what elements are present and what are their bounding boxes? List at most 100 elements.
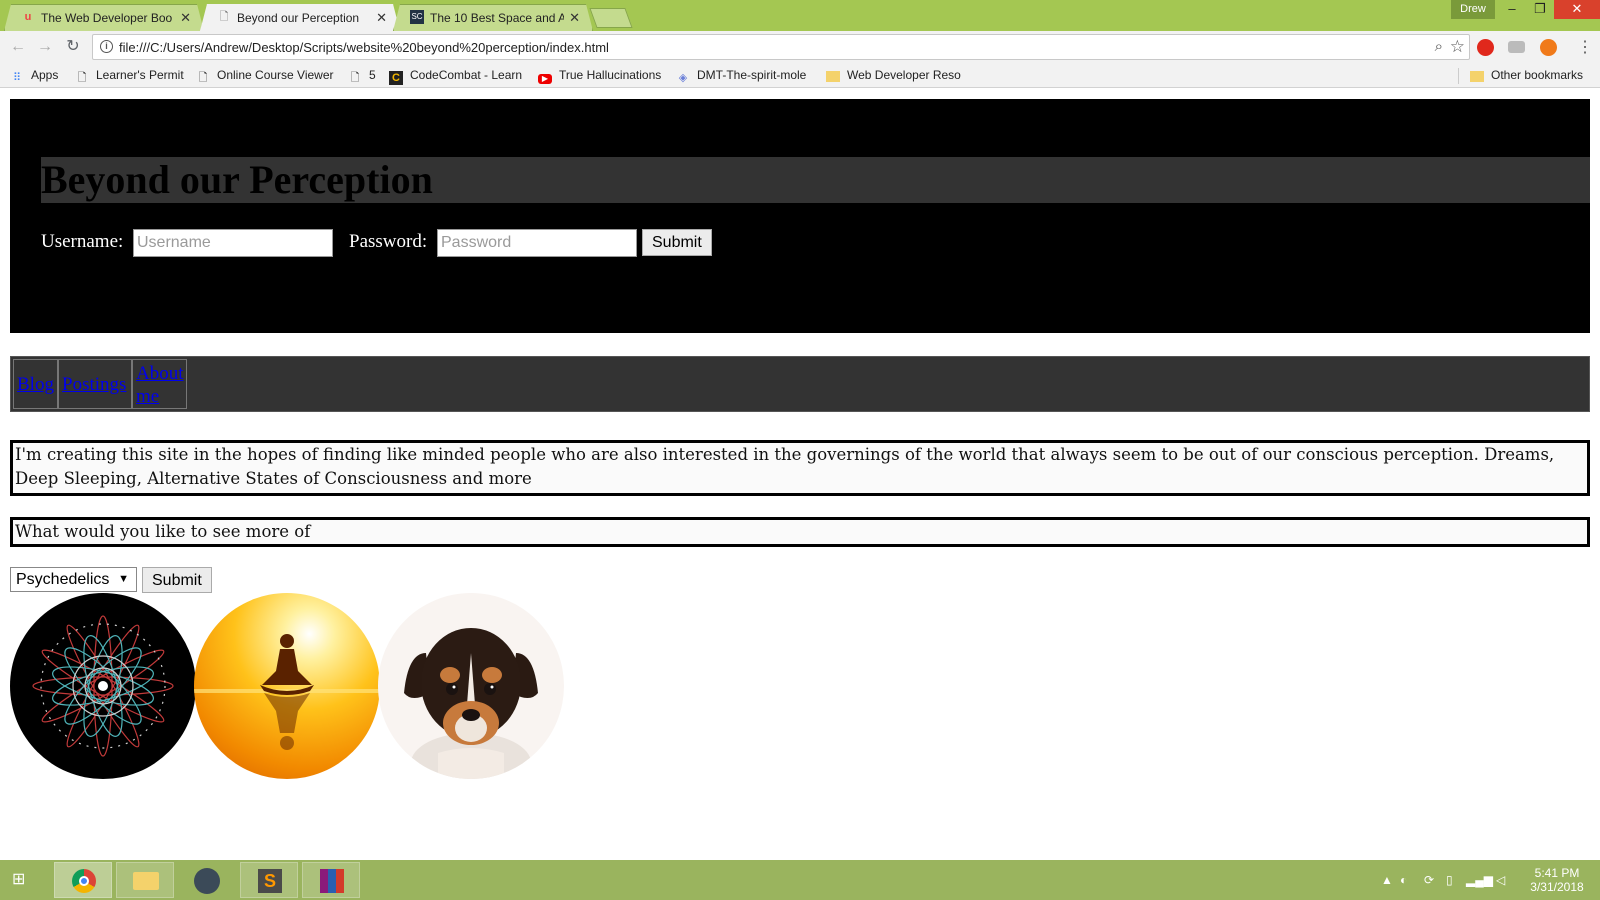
password-label: Password: [349,231,428,252]
about-link[interactable]: About [136,362,184,385]
close-icon[interactable]: ✕ [376,10,387,26]
bookmark-dmt[interactable]: ◈ DMT-The-spirit-mole [676,68,807,85]
clock-time: 5:41 PM [1534,866,1580,880]
star-icon[interactable]: ☆ [1450,37,1465,57]
page-icon: 🗋 [198,72,208,84]
info-icon[interactable]: i [100,40,113,53]
puppy-image [378,593,564,779]
chrome-center [79,876,89,886]
steam-taskbar-icon[interactable] [178,862,236,898]
folder-icon [133,872,159,890]
site-icon: ◈ [678,72,688,84]
bookmark-label: Web Developer Reso [847,68,961,82]
tab-strip: u The Web Developer Boo ✕ 🗋 Beyond our P… [0,0,1600,31]
tab-title: The 10 Best Space and A [430,11,564,25]
url-text: file:///C:/Users/Andrew/Desktop/Scripts/… [119,40,609,55]
page-icon: 🗋 [350,72,360,84]
chevron-down-icon: ▼ [118,573,129,585]
tab-title: The Web Developer Boo [41,11,173,25]
bookmark-label: CodeCombat - Learn [410,68,523,82]
window-close-icon[interactable]: ✕ [1554,0,1600,19]
sublime-icon: S [258,869,282,893]
bookmarks-bar: ⠿ Apps 🗋 Learner's Permit 🗋 Online Course V… [0,63,1600,88]
topic-select[interactable]: Psychedelics ▼ [10,567,137,592]
bookmark-label: 5 [369,68,376,82]
bookmark-5[interactable]: 🗋 5 [348,68,376,85]
tab-beyond-our-perception[interactable]: 🗋 Beyond our Perception ✕ [200,4,400,31]
network-icon[interactable]: ▂▄▆ [1466,873,1493,887]
nav-item-blog: Blog [13,359,58,409]
apps-grid-icon: ⠿ [12,72,22,84]
nav-item-about: About me [132,359,187,409]
tab-web-developer-bootcamp[interactable]: u The Web Developer Boo ✕ [4,4,204,31]
sublime-taskbar-icon[interactable]: S [240,862,298,898]
bookmark-web-developer-resources[interactable]: Web Developer Reso [826,68,961,82]
restore-icon[interactable]: ❐ [1526,0,1554,19]
menu-icon[interactable]: ⋮ [1577,37,1593,57]
username-label: Username: [41,231,124,252]
bookmark-true-hallucinations[interactable]: ▶ True Hallucinations [538,68,661,84]
sync-icon[interactable]: ⟳ [1424,873,1434,887]
bookmark-label: Apps [31,68,59,82]
folder-icon [826,71,840,82]
tab-title: Beyond our Perception [237,11,360,25]
login-submit-button[interactable]: Submit [642,229,712,256]
page-icon: 🗋 [77,72,87,84]
blog-link[interactable]: Blog [17,373,54,396]
page-title: Beyond our Perception [41,157,1590,203]
winrar-icon [320,869,344,893]
bookmark-label: Online Course Viewer [217,68,334,82]
bookmark-other[interactable]: Other bookmarks [1470,68,1583,82]
password-input[interactable] [437,229,637,257]
profile-button[interactable]: Drew [1451,0,1495,19]
chevron-up-icon[interactable]: ▲ [1381,873,1393,887]
zoom-icon[interactable]: ⌕ [1435,38,1443,55]
mandala-image [10,593,196,779]
page-viewport: Beyond our Perception Username: Password… [0,89,1600,860]
folder-icon [1470,71,1484,82]
tab-10-best-space[interactable]: SC The 10 Best Space and A ✕ [393,4,593,31]
bookmark-codecombat[interactable]: C CodeCombat - Learn [389,68,522,85]
cast-extension-icon[interactable] [1508,41,1525,53]
intro-text: I'm creating this site in the hopes of f… [10,440,1590,496]
forward-icon[interactable]: → [35,37,55,57]
opera-extension-icon[interactable] [1477,39,1494,56]
nav-bar: Blog Postings About me [10,356,1590,412]
steam-icon [194,868,220,894]
about-link-line2[interactable]: me [136,385,159,408]
browser-toolbar: ← → ↻ i file:///C:/Users/Andrew/Desktop/… [0,31,1600,63]
postings-link[interactable]: Postings [62,373,126,396]
username-input[interactable] [133,229,333,257]
volume-icon[interactable]: ◁ [1496,873,1505,887]
new-tab-button[interactable] [589,8,633,28]
nav-item-postings: Postings [58,359,132,409]
start-icon[interactable]: ⊞ [12,871,30,889]
close-icon[interactable]: ✕ [180,10,191,26]
meditation-image [194,593,380,779]
close-icon[interactable]: ✕ [569,10,580,26]
battery-icon[interactable]: ▯ [1446,873,1453,887]
address-bar[interactable]: i file:///C:/Users/Andrew/Desktop/Script… [92,34,1470,60]
bookmark-label: DMT-The-spirit-mole [697,68,807,82]
back-icon[interactable]: ← [8,37,28,57]
site-header: Beyond our Perception Username: Password… [10,99,1590,333]
youtube-icon: ▶ [538,74,552,84]
bookmark-apps[interactable]: ⠿ Apps [10,68,58,85]
winrar-taskbar-icon[interactable] [302,862,360,898]
bookmark-label: True Hallucinations [559,68,662,82]
topic-submit-button[interactable]: Submit [142,567,212,593]
udemy-icon: u [24,11,32,23]
reload-icon[interactable]: ↻ [63,37,83,57]
bookmark-label: Learner's Permit [96,68,184,82]
extension-icon[interactable] [1540,39,1557,56]
chrome-taskbar-icon[interactable] [54,862,112,898]
divider [1458,68,1459,84]
weather-icon[interactable]: ◐ [1400,873,1407,887]
bookmark-online-course-viewer[interactable]: 🗋 Online Course Viewer [196,68,334,85]
bookmark-label: Other bookmarks [1491,68,1584,82]
question-text: What would you like to see more of [10,517,1590,547]
bookmark-learners-permit[interactable]: 🗋 Learner's Permit [75,68,184,85]
minimize-icon[interactable]: – [1498,0,1526,19]
clock[interactable]: 5:41 PM 3/31/2018 [1522,866,1592,894]
file-explorer-taskbar-icon[interactable] [116,862,174,898]
